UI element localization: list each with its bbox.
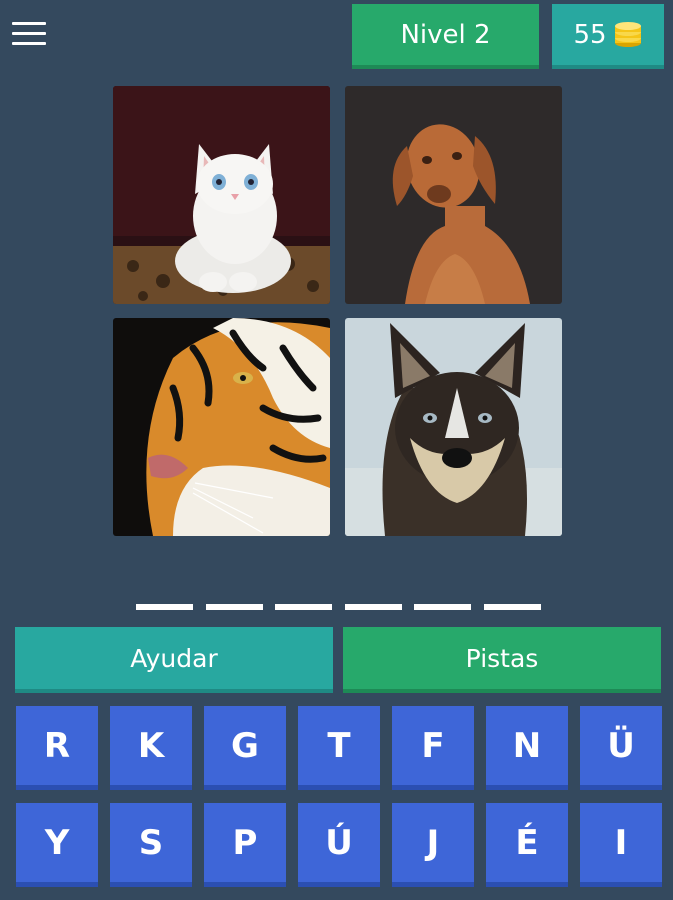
letter-key[interactable]: T <box>298 706 380 790</box>
letter-key[interactable]: P <box>204 803 286 887</box>
letter-key[interactable]: R <box>16 706 98 790</box>
answer-slot[interactable] <box>344 604 402 610</box>
letter-key[interactable]: S <box>110 803 192 887</box>
image-tile-cat[interactable] <box>113 86 330 304</box>
answer-slot[interactable] <box>205 604 263 610</box>
letter-key[interactable]: I <box>580 803 662 887</box>
letter-key[interactable]: Y <box>16 803 98 887</box>
letter-key[interactable]: F <box>392 706 474 790</box>
letter-key[interactable]: K <box>110 706 192 790</box>
cat-image <box>113 86 330 304</box>
help-button[interactable]: Ayudar <box>15 627 333 693</box>
answer-slot[interactable] <box>483 604 541 610</box>
letter-key[interactable]: Ú <box>298 803 380 887</box>
answer-slot[interactable] <box>136 604 193 610</box>
dog-image <box>345 86 562 304</box>
image-tile-tiger[interactable] <box>113 318 330 536</box>
coin-count: 55 <box>573 19 607 50</box>
help-button-label: Ayudar <box>130 643 218 673</box>
answer-slot[interactable] <box>414 604 471 610</box>
letter-key[interactable]: G <box>204 706 286 790</box>
letter-key[interactable]: É <box>486 803 568 887</box>
coins-badge[interactable]: 55 <box>552 4 664 69</box>
hints-button[interactable]: Pistas <box>343 627 661 693</box>
level-badge: Nivel 2 <box>352 4 539 69</box>
wolf-image <box>345 318 562 536</box>
image-tile-dog[interactable] <box>345 86 562 304</box>
hints-button-label: Pistas <box>465 643 539 673</box>
answer-slot[interactable] <box>275 604 332 610</box>
level-label: Nivel 2 <box>400 19 491 50</box>
letter-key[interactable]: N <box>486 706 568 790</box>
letter-key[interactable]: Ü <box>580 706 662 790</box>
coin-stack-icon <box>614 21 641 47</box>
hamburger-menu-icon[interactable] <box>12 22 46 50</box>
letter-key[interactable]: J <box>392 803 474 887</box>
tiger-image <box>113 318 330 536</box>
image-tile-wolf[interactable] <box>345 318 562 536</box>
